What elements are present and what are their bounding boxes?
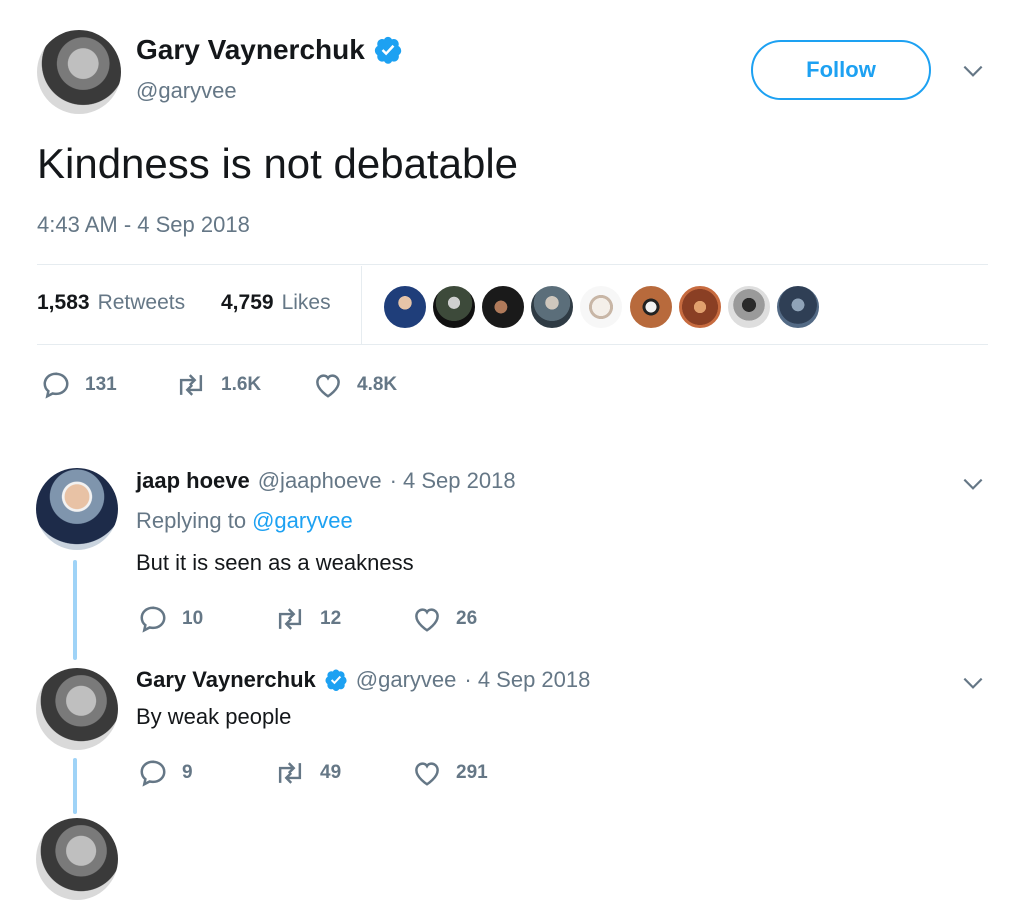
reply-count: 131 <box>85 374 117 395</box>
liker-avatar[interactable] <box>529 284 575 330</box>
reply-icon <box>140 760 166 787</box>
author-name[interactable]: Gary Vaynerchuk <box>136 34 365 66</box>
like-action[interactable]: 4.8K <box>313 370 397 400</box>
like-icon <box>415 608 439 632</box>
reply-author-handle[interactable]: @jaaphoeve <box>258 468 382 494</box>
reply-icon <box>43 372 69 399</box>
retweets-count: 1,583 <box>37 291 90 314</box>
liker-avatar[interactable] <box>677 284 723 330</box>
author-name-row: Gary Vaynerchuk <box>136 34 403 66</box>
reply-text: But it is seen as a weakness <box>136 550 414 575</box>
reply-header: jaap hoeve @jaaphoeve · 4 Sep 2018 <box>136 468 516 494</box>
like-icon <box>316 374 340 398</box>
retweet-icon <box>179 374 203 396</box>
liker-avatar[interactable] <box>480 284 526 330</box>
reply-author-name[interactable]: Gary Vaynerchuk <box>136 667 316 693</box>
replying-to-prefix: Replying to <box>136 508 247 533</box>
reply-header: Gary Vaynerchuk @garyvee · 4 Sep 2018 <box>136 667 590 693</box>
likes-label: Likes <box>281 291 331 314</box>
reply-count: 9 <box>182 762 193 783</box>
verified-badge-icon <box>374 36 402 64</box>
reply-author-handle[interactable]: @garyvee <box>356 667 457 693</box>
retweet-action[interactable]: 12 <box>274 604 341 634</box>
next-reply-avatar-partial[interactable] <box>36 818 118 900</box>
stats-vertical-divider <box>361 266 362 344</box>
liker-avatar[interactable] <box>431 284 477 330</box>
like-action[interactable]: 26 <box>412 604 477 634</box>
chevron-down-icon[interactable] <box>960 670 986 696</box>
retweets-label: Retweets <box>97 291 186 314</box>
like-count: 291 <box>456 762 488 783</box>
author-handle[interactable]: @garyvee <box>136 78 237 104</box>
reply-count: 10 <box>182 608 204 629</box>
chevron-down-icon[interactable] <box>960 58 986 84</box>
tweet-text: Kindness is not debatable <box>37 140 519 187</box>
stats-bottom-divider <box>37 344 988 345</box>
reply-avatar[interactable] <box>36 668 118 750</box>
reply-author-name[interactable]: jaap hoeve <box>136 468 250 494</box>
likes-stat[interactable]: 4,759 Likes <box>221 291 331 315</box>
liker-avatar[interactable] <box>578 284 624 330</box>
liker-avatar[interactable] <box>628 284 674 330</box>
tweet-timestamp[interactable]: 4:43 AM - 4 Sep 2018 <box>37 212 250 238</box>
stats-top-divider <box>37 264 988 265</box>
verified-badge-icon <box>325 669 347 691</box>
liker-avatar[interactable] <box>382 284 428 330</box>
retweet-icon <box>278 762 302 784</box>
retweet-count: 49 <box>320 762 342 783</box>
reply-date[interactable]: · 4 Sep 2018 <box>390 468 516 494</box>
reply-date[interactable]: · 4 Sep 2018 <box>464 667 590 693</box>
replying-to-link[interactable]: @garyvee <box>252 508 353 534</box>
reply-text: By weak people <box>136 704 292 729</box>
reply-avatar[interactable] <box>36 468 118 550</box>
retweet-count: 1.6K <box>221 374 262 395</box>
retweet-count: 12 <box>320 608 342 629</box>
reply-action[interactable]: 10 <box>138 604 203 634</box>
reply-action[interactable]: 9 <box>138 758 193 788</box>
like-icon <box>415 762 439 786</box>
retweet-action[interactable]: 1.6K <box>175 370 261 400</box>
like-action[interactable]: 291 <box>412 758 488 788</box>
thread-line <box>73 758 77 814</box>
replying-to: Replying to @garyvee <box>136 508 353 534</box>
like-count: 4.8K <box>357 374 398 395</box>
reply-icon <box>140 606 166 633</box>
author-avatar[interactable] <box>37 30 121 114</box>
follow-button[interactable]: Follow <box>751 40 931 100</box>
chevron-down-icon[interactable] <box>960 471 986 497</box>
reply-action[interactable]: 131 <box>41 370 117 400</box>
retweets-stat[interactable]: 1,583 Retweets <box>37 291 185 315</box>
thread-line <box>73 560 77 660</box>
like-count: 26 <box>456 608 478 629</box>
retweet-icon <box>278 608 302 630</box>
liker-avatar[interactable] <box>775 284 821 330</box>
liker-avatar[interactable] <box>726 284 772 330</box>
retweet-action[interactable]: 49 <box>274 758 341 788</box>
likes-count: 4,759 <box>221 291 274 314</box>
